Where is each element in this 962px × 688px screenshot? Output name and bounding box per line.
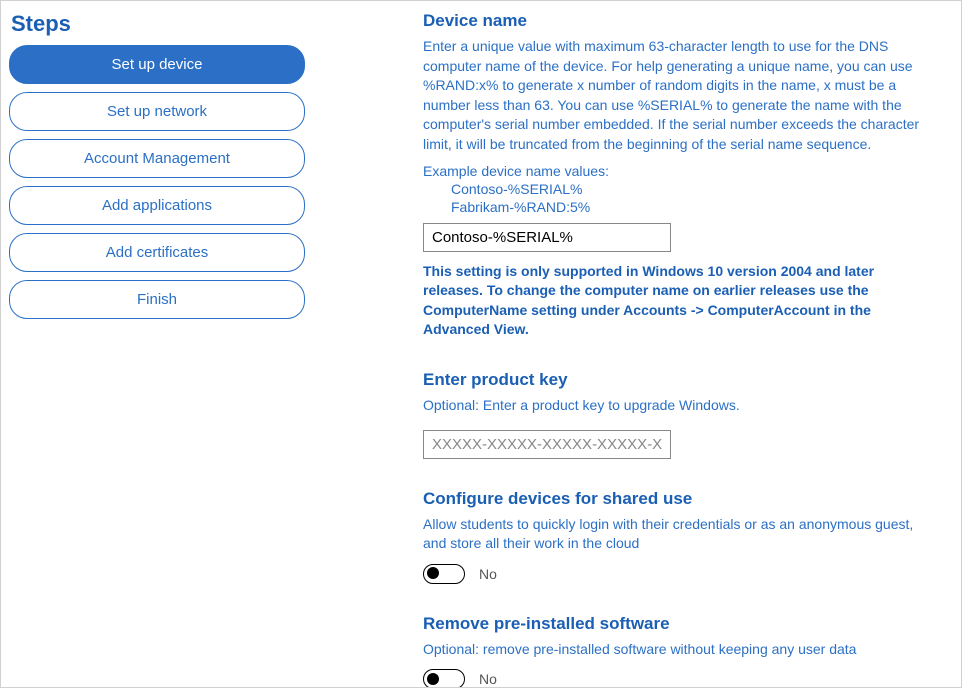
device-name-heading: Device name (423, 11, 937, 31)
toggle-knob (427, 567, 439, 579)
step-add-applications[interactable]: Add applications (9, 186, 305, 225)
device-name-examples-label: Example device name values: (423, 163, 937, 179)
device-name-note: This setting is only supported in Window… (423, 262, 937, 340)
device-name-section: Device name Enter a unique value with ma… (423, 11, 937, 340)
product-key-heading: Enter product key (423, 370, 937, 390)
device-name-example-1: Contoso-%SERIAL% (423, 181, 937, 197)
step-set-up-device[interactable]: Set up device (9, 45, 305, 84)
product-key-description: Optional: Enter a product key to upgrade… (423, 396, 937, 416)
device-name-description: Enter a unique value with maximum 63-cha… (423, 37, 937, 155)
shared-use-toggle-label: No (479, 566, 497, 582)
remove-software-section: Remove pre-installed software Optional: … (423, 614, 937, 687)
step-set-up-network[interactable]: Set up network (9, 92, 305, 131)
step-account-management[interactable]: Account Management (9, 139, 305, 178)
remove-software-description: Optional: remove pre-installed software … (423, 640, 937, 660)
main-content: Device name Enter a unique value with ma… (313, 1, 961, 687)
toggle-knob (427, 673, 439, 685)
remove-software-heading: Remove pre-installed software (423, 614, 937, 634)
shared-use-description: Allow students to quickly login with the… (423, 515, 937, 554)
shared-use-toggle[interactable] (423, 564, 465, 584)
shared-use-section: Configure devices for shared use Allow s… (423, 489, 937, 584)
shared-use-heading: Configure devices for shared use (423, 489, 937, 509)
product-key-section: Enter product key Optional: Enter a prod… (423, 370, 937, 459)
steps-title: Steps (9, 11, 305, 37)
shared-use-toggle-row: No (423, 564, 937, 584)
product-key-input[interactable] (423, 430, 671, 459)
device-name-example-2: Fabrikam-%RAND:5% (423, 199, 937, 215)
remove-software-toggle-row: No (423, 669, 937, 687)
device-name-input[interactable] (423, 223, 671, 252)
step-add-certificates[interactable]: Add certificates (9, 233, 305, 272)
step-finish[interactable]: Finish (9, 280, 305, 319)
steps-sidebar: Steps Set up device Set up network Accou… (1, 1, 313, 687)
remove-software-toggle[interactable] (423, 669, 465, 687)
remove-software-toggle-label: No (479, 671, 497, 687)
